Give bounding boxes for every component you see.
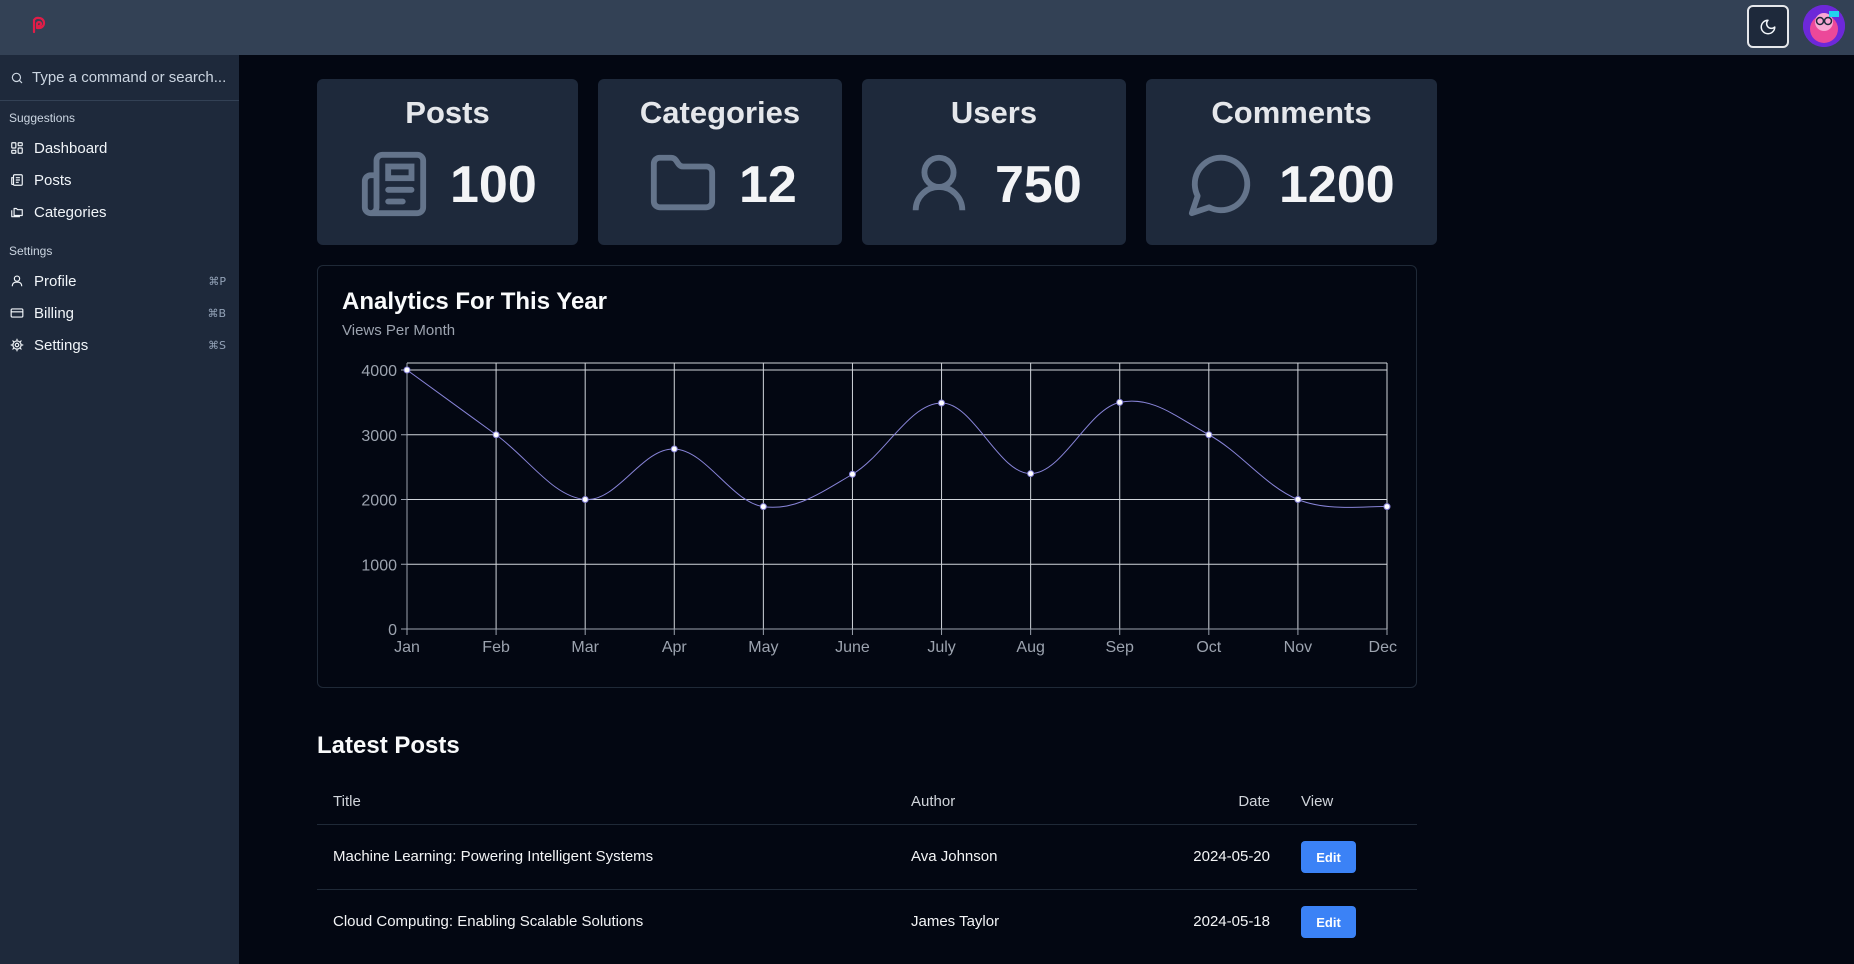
- post-date-cell: 2024-05-18: [1193, 913, 1270, 930]
- stat-value: 100: [450, 156, 537, 214]
- stat-card-categories: Categories 12: [598, 79, 842, 245]
- table-row: Cloud Computing: Enabling Scalable Solut…: [317, 889, 1417, 954]
- group-label-settings: Settings: [9, 244, 53, 258]
- message-circle-icon: [1188, 154, 1251, 217]
- data-point: [581, 496, 589, 503]
- data-point: [1116, 398, 1124, 406]
- data-point: [848, 470, 856, 478]
- data-point: [403, 366, 411, 374]
- y-tick-label: 0: [388, 622, 397, 639]
- x-tick-label: Oct: [1196, 639, 1221, 656]
- data-point: [1294, 496, 1302, 503]
- y-tick-label: 2000: [361, 493, 397, 510]
- x-tick-label: Sep: [1105, 639, 1134, 656]
- table-row: Machine Learning: Powering Intelligent S…: [317, 824, 1417, 889]
- sidebar-item-label: Settings: [34, 336, 89, 354]
- column-header-date: Date: [1238, 793, 1270, 810]
- stat-value: 750: [995, 156, 1082, 214]
- data-point: [1205, 431, 1213, 439]
- data-point: [1383, 503, 1391, 511]
- gear-icon: [10, 338, 24, 352]
- avatar-image: [1803, 5, 1845, 47]
- sidebar-item-label: Categories: [34, 203, 107, 221]
- user-icon: [912, 154, 966, 211]
- sidebar-item-label: Profile: [34, 272, 77, 290]
- sidebar-item-label: Billing: [34, 304, 75, 322]
- y-tick-label: 1000: [361, 557, 397, 574]
- stat-card-comments: Comments 1200: [1146, 79, 1437, 245]
- command-search: [0, 55, 239, 101]
- stat-card-posts: Posts 100: [317, 79, 578, 245]
- shortcut-label: ⌘B: [207, 306, 226, 320]
- group-label-suggestions: Suggestions: [9, 111, 76, 125]
- sidebar-item-dashboard[interactable]: Dashboard: [0, 133, 239, 163]
- user-icon: [10, 274, 24, 288]
- sidebar-item-posts[interactable]: Posts: [0, 165, 239, 195]
- stat-title: Categories: [639, 95, 801, 130]
- shortcut-label: ⌘P: [208, 274, 226, 288]
- data-point: [492, 431, 500, 439]
- sidebar: Suggestions Dashboard Posts Categories S…: [0, 55, 239, 964]
- sidebar-item-label: Dashboard: [34, 139, 108, 157]
- x-tick-label: June: [835, 639, 870, 656]
- series-line: [406, 369, 1388, 508]
- brand-logo-icon[interactable]: [31, 16, 47, 34]
- stat-title: Posts: [405, 95, 490, 130]
- y-tick-label: 4000: [361, 363, 397, 380]
- sidebar-item-profile[interactable]: Profile ⌘P: [0, 266, 239, 296]
- x-tick-label: Aug: [1016, 639, 1044, 656]
- data-point: [938, 399, 946, 407]
- search-icon: [11, 72, 23, 83]
- analytics-panel: Analytics For This Year Views Per Month …: [317, 265, 1417, 688]
- folders-icon: [10, 205, 24, 219]
- data-point: [670, 445, 678, 453]
- post-date-cell: 2024-05-20: [1193, 848, 1270, 865]
- x-tick-label: July: [927, 639, 955, 656]
- stat-card-users: Users 750: [862, 79, 1126, 245]
- theme-toggle-button[interactable]: [1747, 5, 1789, 48]
- column-header-title: Title: [333, 793, 361, 810]
- stat-value: 12: [739, 156, 797, 214]
- x-tick-label: Feb: [482, 639, 510, 656]
- x-tick-label: Jan: [394, 639, 420, 656]
- folder-icon: [650, 154, 716, 211]
- post-title-cell: Cloud Computing: Enabling Scalable Solut…: [333, 913, 644, 930]
- newspaper-icon: [10, 173, 24, 187]
- sidebar-item-categories[interactable]: Categories: [0, 197, 239, 227]
- top-bar: [0, 0, 1854, 55]
- newspaper-icon: [361, 151, 427, 217]
- column-header-view: View: [1301, 793, 1334, 810]
- x-tick-label: Mar: [571, 639, 599, 656]
- x-tick-label: Nov: [1284, 639, 1312, 656]
- x-tick-label: May: [748, 639, 778, 656]
- stat-value: 1200: [1279, 156, 1395, 214]
- x-tick-label: Apr: [662, 639, 688, 656]
- post-author-cell: Ava Johnson: [911, 848, 998, 865]
- latest-posts-title: Latest Posts: [317, 732, 460, 759]
- line-chart: 0 1000 2000 3000 4000 Jan Feb Mar Apr May June July…: [361, 362, 1397, 656]
- sidebar-item-billing[interactable]: Billing ⌘B: [0, 298, 239, 328]
- moon-icon: [1760, 19, 1776, 34]
- post-author-cell: James Taylor: [911, 913, 1000, 930]
- dashboard-icon: [10, 141, 24, 155]
- post-title-cell: Machine Learning: Powering Intelligent S…: [333, 848, 654, 865]
- stat-title: Users: [950, 95, 1038, 130]
- y-tick-label: 3000: [361, 428, 397, 445]
- search-input[interactable]: [32, 69, 232, 86]
- data-point: [759, 503, 767, 511]
- user-avatar[interactable]: [1803, 5, 1845, 47]
- stat-title: Comments: [1211, 95, 1372, 130]
- edit-button[interactable]: Edit: [1301, 906, 1356, 938]
- x-tick-label: Dec: [1369, 639, 1397, 656]
- column-header-author: Author: [911, 793, 956, 810]
- shortcut-label: ⌘S: [208, 338, 226, 352]
- credit-card-icon: [10, 306, 24, 320]
- sidebar-item-settings[interactable]: Settings ⌘S: [0, 330, 239, 360]
- data-point: [1027, 470, 1035, 478]
- edit-button[interactable]: Edit: [1301, 841, 1356, 873]
- sidebar-item-label: Posts: [34, 171, 72, 189]
